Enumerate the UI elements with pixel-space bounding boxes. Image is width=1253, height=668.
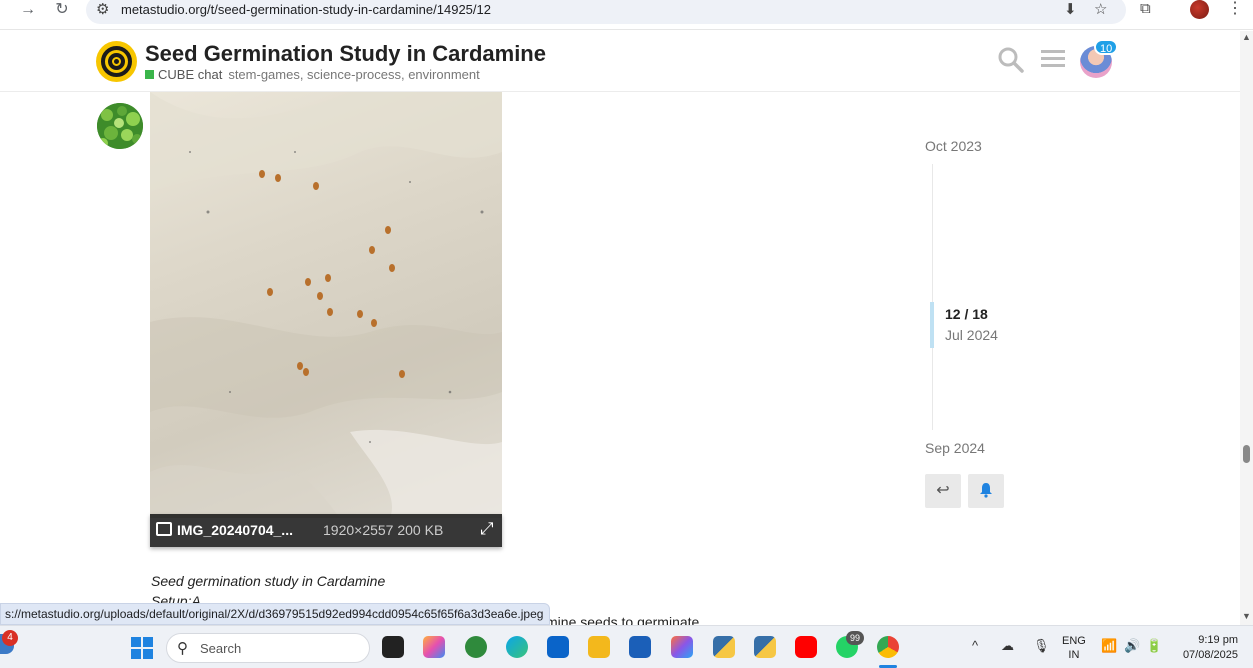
- python-idle-icon[interactable]: [754, 636, 776, 658]
- scroll-down-arrow-icon[interactable]: ▼: [1242, 611, 1251, 621]
- reply-icon: ↩: [936, 482, 950, 499]
- search-icon[interactable]: [997, 46, 1025, 81]
- windows-taskbar: 4 ⚲ Search 99 ^ ☁ 🎙 ENG IN 📶 🔊 🔋 9:19 pm…: [0, 625, 1253, 668]
- bell-icon: [979, 482, 993, 499]
- image-info: 1920×2557 200 KB: [323, 522, 444, 538]
- start-button[interactable]: [131, 637, 153, 659]
- system-clock[interactable]: 9:19 pm 07/08/2025: [1176, 633, 1238, 663]
- wifi-icon[interactable]: 📶: [1101, 638, 1117, 654]
- category-link[interactable]: CUBE chat: [158, 67, 222, 82]
- post-author-avatar[interactable]: [97, 103, 143, 149]
- browser-toolbar: → ↻ ⚙ metastudio.org/t/seed-germination-…: [0, 0, 1253, 30]
- language-indicator[interactable]: ENG IN: [1062, 634, 1086, 662]
- timeline-start-date[interactable]: Oct 2023: [925, 138, 982, 154]
- topic-meta: CUBE chat stem-games, science-process, en…: [145, 67, 480, 82]
- hamburger-menu-icon[interactable]: [1040, 46, 1066, 79]
- show-hidden-icons-chevron-icon[interactable]: ^: [972, 638, 978, 653]
- youtube-icon[interactable]: [795, 636, 817, 658]
- site-header: Seed Germination Study in Cardamine CUBE…: [0, 31, 1240, 92]
- timeline-position-date: Jul 2024: [945, 327, 998, 343]
- task-view-icon[interactable]: [382, 636, 404, 658]
- chrome-icon[interactable]: [877, 636, 899, 658]
- site-logo[interactable]: [96, 41, 137, 82]
- microsoft-store-icon[interactable]: [629, 636, 651, 658]
- region-code: IN: [1068, 649, 1080, 661]
- bookmark-star-icon[interactable]: ☆: [1094, 0, 1107, 18]
- edge-browser-icon[interactable]: [506, 636, 528, 658]
- category-color-square: [145, 70, 154, 79]
- profile-avatar[interactable]: [1190, 0, 1209, 19]
- kebab-menu-icon[interactable]: ⋮: [1227, 0, 1243, 18]
- reload-icon: ↻: [55, 1, 69, 18]
- post-image[interactable]: [150, 92, 502, 518]
- whatsapp-badge: 99: [846, 631, 864, 645]
- expand-icon[interactable]: ⤢: [480, 519, 494, 539]
- notification-level-button[interactable]: [968, 474, 1004, 508]
- python-icon[interactable]: [713, 636, 735, 658]
- timeline-track[interactable]: [932, 164, 933, 430]
- image-caption-bar[interactable]: IMG_20240704_... 1920×2557 200 KB ⤢: [150, 514, 502, 547]
- status-bar-url: s://metastudio.org/uploads/default/origi…: [0, 603, 551, 625]
- copilot-icon[interactable]: [423, 636, 445, 658]
- install-app-icon[interactable]: ⬇: [1064, 0, 1077, 18]
- taskbar-search-placeholder: Search: [200, 641, 242, 656]
- topic-title[interactable]: Seed Germination Study in Cardamine: [145, 41, 546, 67]
- notification-badge[interactable]: 10: [1094, 39, 1119, 55]
- scrollbar-thumb[interactable]: [1243, 445, 1250, 463]
- m365-icon[interactable]: [671, 636, 693, 658]
- address-url: metastudio.org/t/seed-germination-study-…: [121, 2, 491, 17]
- image-icon: [156, 522, 172, 536]
- lens-search-icon[interactable]: ⧉: [1140, 0, 1151, 17]
- timeline-scroller-handle[interactable]: [930, 302, 934, 348]
- image-filename: IMG_20240704_...: [177, 522, 293, 538]
- battery-icon[interactable]: 🔋: [1146, 638, 1162, 654]
- address-bar[interactable]: ⚙ metastudio.org/t/seed-germination-stud…: [86, 0, 1126, 24]
- forward-button[interactable]: →: [17, 0, 39, 20]
- volume-icon[interactable]: 🔊: [1124, 638, 1140, 654]
- file-explorer-icon[interactable]: [588, 636, 610, 658]
- clock-date: 07/08/2025: [1182, 649, 1238, 661]
- timeline-end-date[interactable]: Sep 2024: [925, 440, 985, 456]
- clock-time: 9:19 pm: [1198, 634, 1238, 646]
- microphone-icon[interactable]: 🎙: [1033, 638, 1050, 654]
- language-code: ENG: [1062, 635, 1086, 647]
- timeline-position: 12 / 18: [945, 306, 988, 322]
- search-icon: ⚲: [177, 640, 188, 657]
- cloud-status-icon[interactable]: ☁: [1001, 638, 1014, 654]
- post-text-line: Seed germination study in Cardamine: [151, 573, 386, 589]
- reply-button[interactable]: ↩: [925, 474, 961, 508]
- weather-badge: 4: [2, 630, 18, 646]
- outlook-icon[interactable]: [547, 636, 569, 658]
- site-settings-icon[interactable]: ⚙: [96, 0, 109, 18]
- page-scrollbar[interactable]: ▲ ▼: [1240, 31, 1253, 625]
- scroll-up-arrow-icon[interactable]: ▲: [1242, 32, 1251, 42]
- cd-app-icon[interactable]: [465, 636, 487, 658]
- taskbar-search[interactable]: ⚲ Search: [166, 633, 370, 663]
- topic-tags[interactable]: stem-games, science-process, environment: [228, 67, 479, 82]
- arrow-right-icon: →: [20, 1, 36, 18]
- reload-button[interactable]: ↻: [51, 0, 73, 20]
